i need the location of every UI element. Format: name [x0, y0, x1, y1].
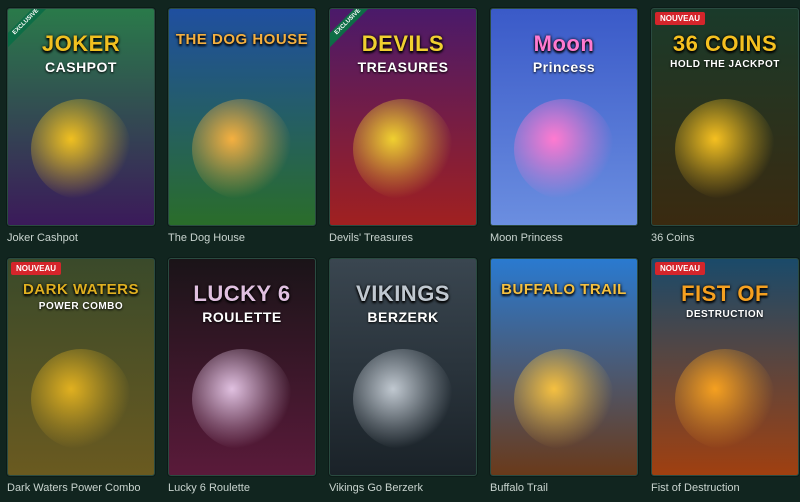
game-artwork [353, 349, 453, 449]
game-logo: DARK WATERS [22, 281, 140, 298]
game-logo: FIST OF [681, 281, 769, 306]
game-artwork [31, 349, 131, 449]
game-thumbnail[interactable]: 36 COINS HOLD THE JACKPOT NOUVEAU [651, 8, 799, 226]
game-tile[interactable]: VIKINGS BERZERK Vikings Go Berzerk [329, 258, 477, 494]
game-logo-subtitle: DESTRUCTION [686, 309, 764, 320]
game-logo-subtitle: CASHPOT [45, 59, 117, 75]
game-thumbnail[interactable]: DARK WATERS POWER COMBO NOUVEAU [7, 258, 155, 476]
game-logo-subtitle: ROULETTE [202, 309, 282, 325]
game-logo: LUCKY 6 [193, 281, 291, 306]
game-tile[interactable]: JOKER CASHPOT EXCLUSIVE Joker Cashpot [7, 8, 155, 244]
game-artwork [675, 99, 775, 199]
game-tile[interactable]: THE DOG HOUSE The Dog House [168, 8, 316, 244]
game-artwork [31, 99, 131, 199]
game-title[interactable]: Devils' Treasures [329, 232, 477, 244]
game-logo-subtitle: TREASURES [357, 59, 449, 75]
game-title[interactable]: Joker Cashpot [7, 232, 155, 244]
game-thumbnail[interactable]: Moon Princess [490, 8, 638, 226]
game-grid: JOKER CASHPOT EXCLUSIVE Joker Cashpot THE DO… [0, 0, 800, 502]
game-logo: JOKER [41, 31, 121, 56]
game-title[interactable]: 36 Coins [651, 232, 799, 244]
game-title[interactable]: Dark Waters Power Combo [7, 482, 155, 494]
game-thumbnail[interactable]: BUFFALO TRAIL [490, 258, 638, 476]
game-logo: VIKINGS [356, 281, 450, 306]
new-badge: NOUVEAU [11, 262, 62, 275]
game-title[interactable]: Vikings Go Berzerk [329, 482, 477, 494]
new-badge: NOUVEAU [655, 262, 706, 275]
game-thumbnail[interactable]: LUCKY 6 ROULETTE [168, 258, 316, 476]
game-title[interactable]: Buffalo Trail [490, 482, 638, 494]
game-thumbnail[interactable]: DEVILS TREASURES EXCLUSIVE [329, 8, 477, 226]
game-tile[interactable]: FIST OF DESTRUCTION NOUVEAU Fist of Destruc… [651, 258, 799, 494]
game-tile[interactable]: DARK WATERS POWER COMBO NOUVEAU Dark Waters… [7, 258, 155, 494]
game-logo: THE DOG HOUSE [175, 31, 309, 48]
game-thumbnail[interactable]: JOKER CASHPOT EXCLUSIVE [7, 8, 155, 226]
game-tile[interactable]: LUCKY 6 ROULETTE Lucky 6 Roulette [168, 258, 316, 494]
game-title[interactable]: Moon Princess [490, 232, 638, 244]
game-title[interactable]: The Dog House [168, 232, 316, 244]
game-thumbnail[interactable]: THE DOG HOUSE [168, 8, 316, 226]
game-artwork [514, 349, 614, 449]
game-thumbnail[interactable]: FIST OF DESTRUCTION NOUVEAU [651, 258, 799, 476]
game-artwork [514, 99, 614, 199]
game-logo-subtitle: Princess [532, 59, 596, 75]
game-logo-subtitle: POWER COMBO [38, 301, 124, 312]
game-logo-subtitle: BERZERK [367, 309, 439, 325]
game-thumbnail[interactable]: VIKINGS BERZERK [329, 258, 477, 476]
game-logo: DEVILS [361, 31, 445, 56]
game-title[interactable]: Lucky 6 Roulette [168, 482, 316, 494]
game-tile[interactable]: BUFFALO TRAIL Buffalo Trail [490, 258, 638, 494]
game-tile[interactable]: 36 COINS HOLD THE JACKPOT NOUVEAU 36 Coins [651, 8, 799, 244]
game-artwork [192, 99, 292, 199]
game-artwork [192, 349, 292, 449]
game-logo: Moon [533, 31, 595, 56]
game-artwork [353, 99, 453, 199]
game-logo-subtitle: HOLD THE JACKPOT [670, 59, 780, 70]
game-artwork [675, 349, 775, 449]
game-title[interactable]: Fist of Destruction [651, 482, 799, 494]
game-tile[interactable]: Moon Princess Moon Princess [490, 8, 638, 244]
game-tile[interactable]: DEVILS TREASURES EXCLUSIVE Devils' Treasure… [329, 8, 477, 244]
new-badge: NOUVEAU [655, 12, 706, 25]
game-logo: BUFFALO TRAIL [501, 281, 627, 298]
game-logo: 36 COINS [672, 31, 778, 56]
